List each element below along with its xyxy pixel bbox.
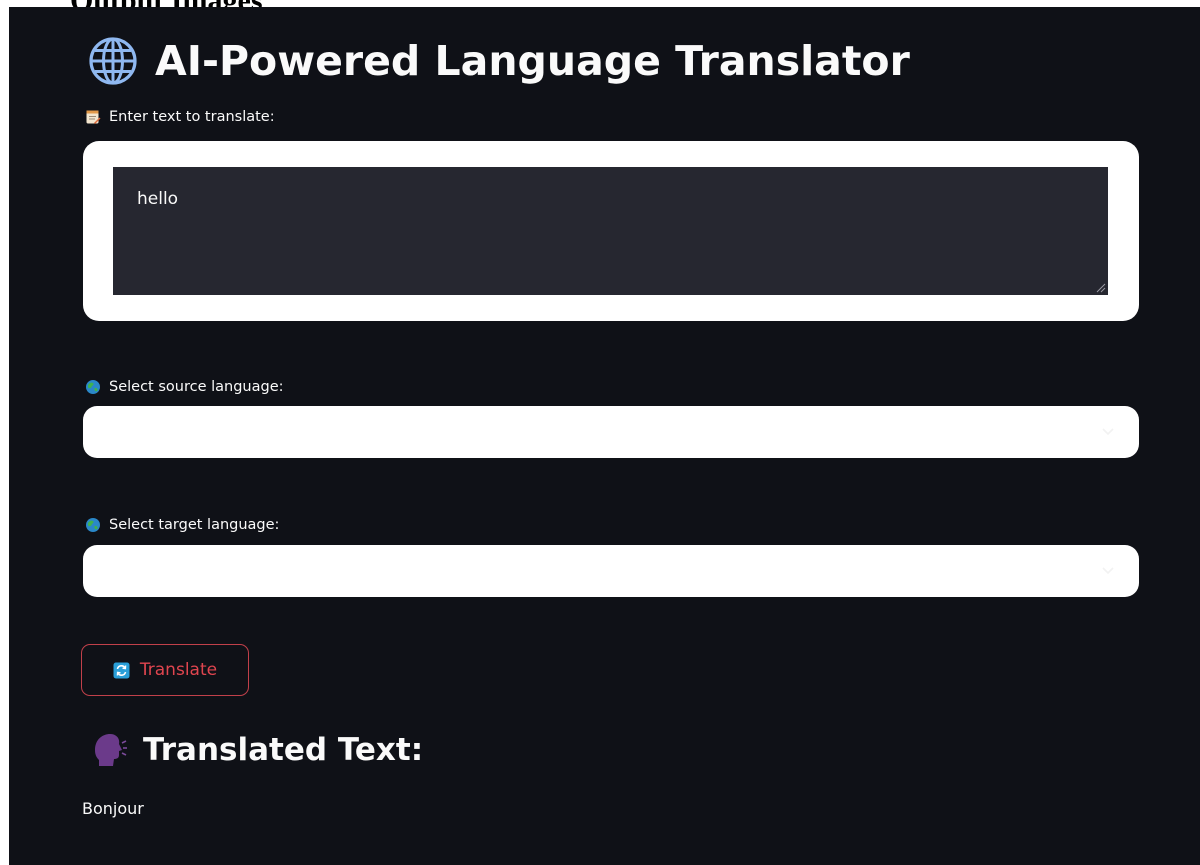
- translate-button[interactable]: Translate: [81, 644, 249, 696]
- result-title: Translated Text:: [143, 732, 424, 768]
- source-language-label: Select source language:: [85, 379, 284, 395]
- text-input-label-text: Enter text to translate:: [109, 109, 275, 125]
- text-input-value: hello: [137, 189, 179, 209]
- resize-grip-icon[interactable]: [1096, 283, 1106, 293]
- page-title: AI-Powered Language Translator: [155, 37, 910, 85]
- title-row: AI-Powered Language Translator: [87, 29, 910, 93]
- source-language-select[interactable]: [83, 406, 1139, 458]
- globe-icon: [89, 37, 137, 85]
- source-language-label-text: Select source language:: [109, 379, 284, 395]
- translate-button-label: Translate: [139, 660, 218, 680]
- text-input-frame: hello: [83, 141, 1139, 321]
- target-language-label-text: Select target language:: [109, 517, 280, 533]
- translator-app: AI-Powered Language Translator Enter tex…: [9, 7, 1200, 865]
- memo-icon: [86, 110, 101, 124]
- target-language-label: Select target language:: [85, 517, 279, 533]
- chevron-down-icon[interactable]: [1101, 426, 1115, 438]
- earth-globe-icon: [86, 518, 100, 532]
- target-language-select[interactable]: [83, 545, 1139, 597]
- speaking-head-icon: [95, 734, 127, 766]
- translated-text-output: Bonjour: [82, 799, 144, 818]
- chevron-down-icon[interactable]: [1101, 565, 1115, 577]
- text-input-area[interactable]: hello: [113, 167, 1108, 295]
- earth-globe-icon: [86, 380, 100, 394]
- result-heading: Translated Text:: [89, 725, 423, 775]
- refresh-icon: [113, 662, 130, 678]
- text-input-label: Enter text to translate:: [85, 109, 275, 125]
